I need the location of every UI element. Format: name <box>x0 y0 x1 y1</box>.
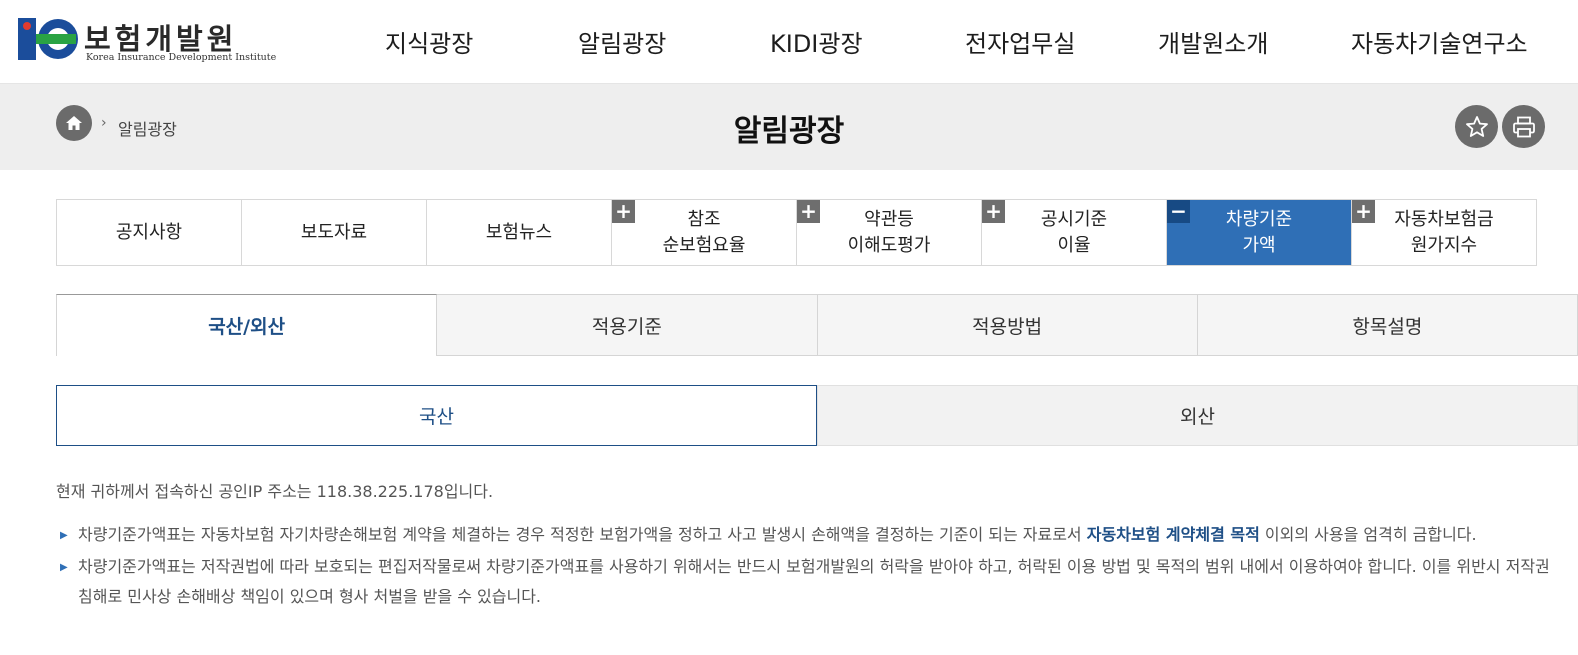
nav-item-knowledge[interactable]: 지식광장 <box>385 24 473 59</box>
menu-item-label: 보도자료 <box>300 221 368 243</box>
section-menu: 공지사항 보도자료 보험뉴스 + 참조 순보험요율 + 약관등 이해도평가 + … <box>56 199 1537 266</box>
site-header: 보험개발원 Korea Insurance Development Instit… <box>0 0 1578 84</box>
tab-item-description[interactable]: 항목설명 <box>1197 294 1578 356</box>
sub-tabs: 국산/외산 적용기준 적용방법 항목설명 <box>56 294 1578 356</box>
note-highlight: 자동차보험 계약체결 목적 <box>1086 525 1260 544</box>
nav-item-kidi-square[interactable]: KIDI광장 <box>770 24 863 59</box>
list-item: ▶ 차량기준가액표는 자동차보험 자기차량손해보험 계약을 체결하는 경우 적정한… <box>56 520 1556 550</box>
print-icon <box>1512 116 1535 137</box>
tab-method[interactable]: 적용방법 <box>817 294 1198 356</box>
plus-icon[interactable]: + <box>797 200 820 223</box>
list-item: ▶ 차량기준가액표는 저작권법에 따라 보호되는 편집저작물로써 차량기준가액표를… <box>56 552 1556 612</box>
star-icon <box>1465 115 1488 137</box>
menu-item-label: 공시기준 이율 <box>1040 208 1108 256</box>
ip-notice: 현재 귀하께서 접속하신 공인IP 주소는 118.38.225.178입니다. <box>56 482 494 501</box>
nav-item-about[interactable]: 개발원소개 <box>1158 24 1268 59</box>
menu-item-label: 차량기준 가액 <box>1225 208 1293 256</box>
notice-list: ▶ 차량기준가액표는 자동차보험 자기차량손해보험 계약을 체결하는 경우 적정한… <box>56 520 1556 614</box>
menu-item-notices[interactable]: 공지사항 <box>57 200 242 265</box>
menu-item-disclosure-rate[interactable]: + 공시기준 이율 <box>982 200 1167 265</box>
tab-foreign[interactable]: 외산 <box>817 385 1578 446</box>
global-nav: 지식광장 알림광장 KIDI광장 전자업무실 개발원소개 자동차기술연구소 <box>0 24 1578 60</box>
plus-icon[interactable]: + <box>982 200 1005 223</box>
favorite-button[interactable] <box>1455 105 1498 148</box>
page-title: 알림광장 <box>733 114 845 149</box>
bullet-arrow-icon: ▶ <box>60 530 68 541</box>
menu-item-vehicle-value[interactable]: − 차량기준 가액 <box>1167 200 1352 265</box>
menu-item-label: 약관등 이해도평가 <box>847 208 931 256</box>
plus-icon[interactable]: + <box>612 200 635 223</box>
tab-criteria[interactable]: 적용기준 <box>437 294 818 356</box>
minus-icon[interactable]: − <box>1167 200 1190 223</box>
bullet-arrow-icon: ▶ <box>60 562 68 573</box>
note-text: 차량기준가액표는 자동차보험 자기차량손해보험 계약을 체결하는 경우 적정한 … <box>78 525 1087 544</box>
nav-item-auto-research[interactable]: 자동차기술연구소 <box>1351 24 1528 59</box>
menu-item-claim-cost-index[interactable]: + 자동차보험금 원가지수 <box>1352 200 1536 265</box>
tab-domestic-foreign[interactable]: 국산/외산 <box>56 294 438 356</box>
plus-icon[interactable]: + <box>1352 200 1375 223</box>
tab-domestic[interactable]: 국산 <box>56 385 817 446</box>
menu-item-insurance-news[interactable]: 보험뉴스 <box>427 200 612 265</box>
menu-item-press[interactable]: 보도자료 <box>242 200 427 265</box>
nav-item-e-office[interactable]: 전자업무실 <box>965 24 1075 59</box>
origin-tabs: 국산 외산 <box>56 385 1578 446</box>
nav-item-notice-square[interactable]: 알림광장 <box>578 24 666 59</box>
note-text: 차량기준가액표는 저작권법에 따라 보호되는 편집저작물로써 차량기준가액표를 … <box>78 557 1550 606</box>
menu-item-label: 참조 순보험요율 <box>662 208 746 256</box>
menu-item-reference-rates[interactable]: + 참조 순보험요율 <box>612 200 797 265</box>
note-text: 이외의 사용을 엄격히 금합니다. <box>1259 525 1477 544</box>
menu-item-label: 보험뉴스 <box>485 221 553 243</box>
menu-item-label: 자동차보험금 원가지수 <box>1394 208 1494 256</box>
menu-item-terms-evaluation[interactable]: + 약관등 이해도평가 <box>797 200 982 265</box>
print-button[interactable] <box>1502 105 1545 148</box>
menu-item-label: 공지사항 <box>115 221 183 243</box>
